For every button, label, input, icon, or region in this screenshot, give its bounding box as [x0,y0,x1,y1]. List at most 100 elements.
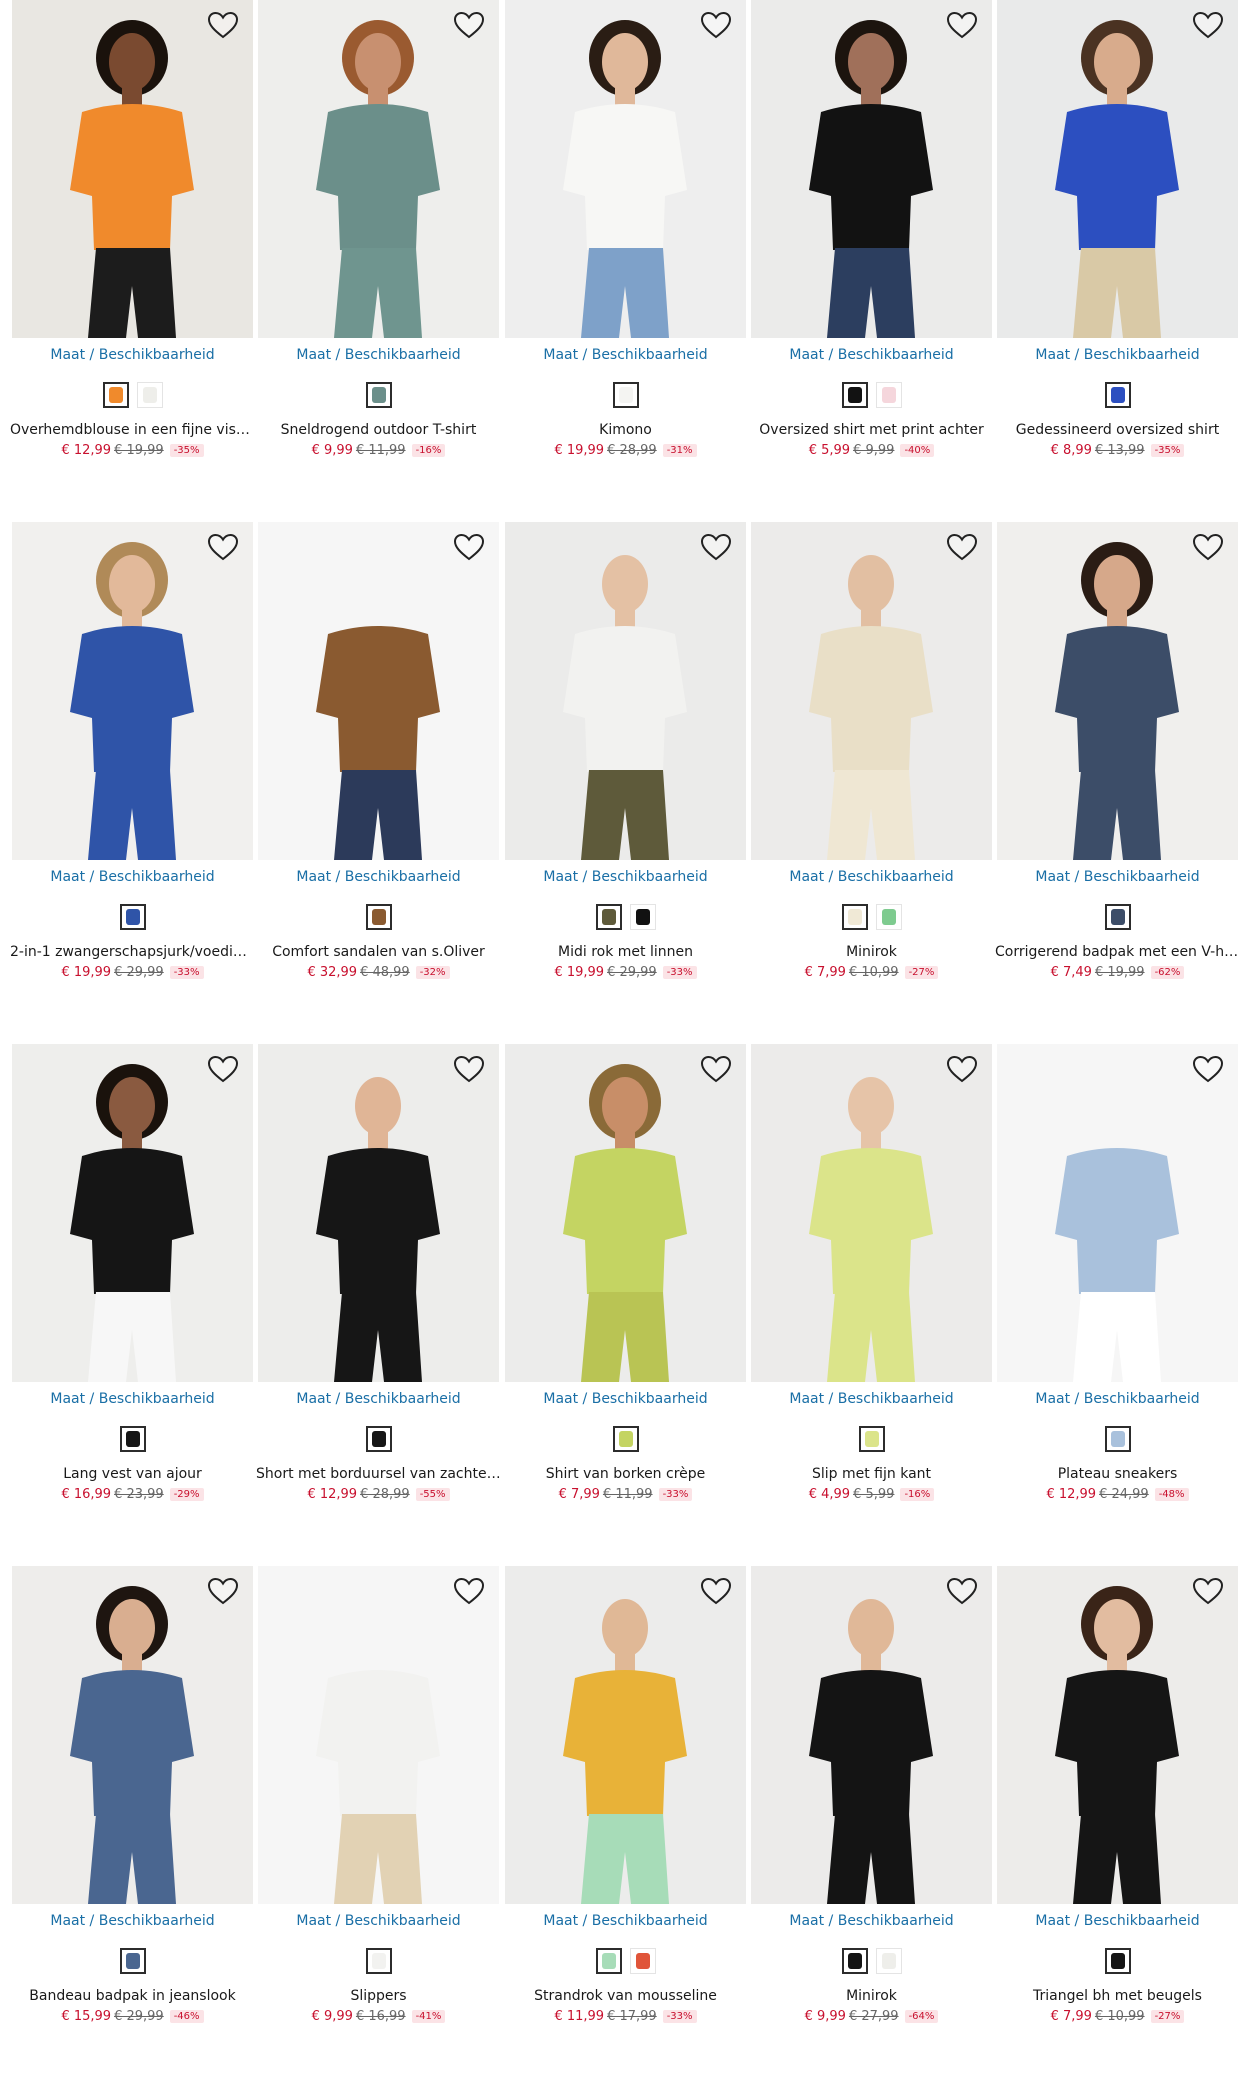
product-card[interactable]: Maat / Beschikbaarheid Triangel bh met be… [997,1566,1238,2056]
product-card[interactable]: Maat / Beschikbaarheid Plateau sneakers € … [997,1044,1238,1534]
size-availability-link[interactable]: Maat / Beschikbaarheid [997,1913,1238,1929]
product-name[interactable]: Bandeau badpak in jeanslook [10,1988,255,2004]
product-image[interactable] [751,0,992,338]
product-image[interactable] [12,0,253,338]
product-name[interactable]: Overhemdblouse in een fijne viscose-linn… [10,422,255,438]
size-availability-link[interactable]: Maat / Beschikbaarheid [997,347,1238,363]
size-availability-link[interactable]: Maat / Beschikbaarheid [505,1391,746,1407]
color-swatch[interactable] [875,904,902,930]
product-card[interactable]: Maat / Beschikbaarheid Gedessineerd overs… [997,0,1238,490]
product-image[interactable] [12,522,253,860]
color-swatch[interactable] [595,1948,622,1974]
size-availability-link[interactable]: Maat / Beschikbaarheid [258,869,499,885]
size-availability-link[interactable]: Maat / Beschikbaarheid [12,1391,253,1407]
heart-icon[interactable] [453,1576,485,1606]
product-image[interactable] [505,1566,746,1904]
product-name[interactable]: Kimono [503,422,748,438]
product-card[interactable]: Maat / Beschikbaarheid Minirok € 7,99 € 10,… [751,522,992,1012]
product-name[interactable]: Sneldrogend outdoor T-shirt [256,422,501,438]
color-swatch[interactable] [119,1948,146,1974]
product-image[interactable] [997,1566,1238,1904]
product-image[interactable] [997,522,1238,860]
heart-icon[interactable] [1192,532,1224,562]
product-name[interactable]: Minirok [749,944,994,960]
heart-icon[interactable] [453,532,485,562]
size-availability-link[interactable]: Maat / Beschikbaarheid [751,347,992,363]
color-swatch[interactable] [1104,904,1131,930]
color-swatch[interactable] [629,904,656,930]
product-image[interactable] [12,1566,253,1904]
product-card[interactable]: Maat / Beschikbaarheid Slippers € 9,99 € 16… [258,1566,499,2056]
color-swatch[interactable] [841,904,868,930]
color-swatch[interactable] [858,1426,885,1452]
heart-icon[interactable] [1192,1054,1224,1084]
heart-icon[interactable] [453,10,485,40]
size-availability-link[interactable]: Maat / Beschikbaarheid [997,869,1238,885]
heart-icon[interactable] [1192,1576,1224,1606]
product-card[interactable]: Maat / Beschikbaarheid Strandrok van mous… [505,1566,746,2056]
product-card[interactable]: Maat / Beschikbaarheid Shirt van borken c… [505,1044,746,1534]
product-card[interactable]: Maat / Beschikbaarheid Minirok € 9,99 € 27,… [751,1566,992,2056]
product-image[interactable] [997,0,1238,338]
color-swatch[interactable] [612,382,639,408]
product-card[interactable]: Maat / Beschikbaarheid Kimono € 19,99 € 28,… [505,0,746,490]
size-availability-link[interactable]: Maat / Beschikbaarheid [258,347,499,363]
product-name[interactable]: 2-in-1 zwangerschapsjurk/voedingsjurk [10,944,255,960]
size-availability-link[interactable]: Maat / Beschikbaarheid [997,1391,1238,1407]
heart-icon[interactable] [207,532,239,562]
heart-icon[interactable] [207,1576,239,1606]
product-name[interactable]: Triangel bh met beugels [995,1988,1240,2004]
size-availability-link[interactable]: Maat / Beschikbaarheid [505,1913,746,1929]
product-name[interactable]: Slip met fijn kant [749,1466,994,1482]
color-swatch[interactable] [1104,1426,1131,1452]
heart-icon[interactable] [1192,10,1224,40]
product-name[interactable]: Short met borduursel van zachte viscose [256,1466,501,1482]
product-name[interactable]: Shirt van borken crèpe [503,1466,748,1482]
size-availability-link[interactable]: Maat / Beschikbaarheid [751,869,992,885]
color-swatch[interactable] [629,1948,656,1974]
product-name[interactable]: Plateau sneakers [995,1466,1240,1482]
size-availability-link[interactable]: Maat / Beschikbaarheid [258,1913,499,1929]
color-swatch[interactable] [841,1948,868,1974]
size-availability-link[interactable]: Maat / Beschikbaarheid [258,1391,499,1407]
product-image[interactable] [258,0,499,338]
product-image[interactable] [258,1044,499,1382]
heart-icon[interactable] [946,10,978,40]
heart-icon[interactable] [453,1054,485,1084]
product-image[interactable] [258,1566,499,1904]
product-name[interactable]: Lang vest van ajour [10,1466,255,1482]
color-swatch[interactable] [102,382,129,408]
product-image[interactable] [751,1044,992,1382]
product-card[interactable]: Maat / Beschikbaarheid Short met borduurs… [256,1044,501,1534]
heart-icon[interactable] [946,1576,978,1606]
color-swatch[interactable] [365,904,392,930]
product-card[interactable]: Maat / Beschikbaarheid Lang vest van ajou… [12,1044,253,1534]
color-swatch[interactable] [841,382,868,408]
heart-icon[interactable] [946,1054,978,1084]
color-swatch[interactable] [1104,1948,1131,1974]
product-card[interactable]: Maat / Beschikbaarheid 2-in-1 zwangerscha… [10,522,255,1012]
color-swatch[interactable] [595,904,622,930]
heart-icon[interactable] [946,532,978,562]
product-name[interactable]: Oversized shirt met print achter [749,422,994,438]
product-image[interactable] [751,1566,992,1904]
product-card[interactable]: Maat / Beschikbaarheid Sneldrogend outdoo… [258,0,499,490]
color-swatch[interactable] [875,382,902,408]
color-swatch[interactable] [365,1426,392,1452]
color-swatch[interactable] [365,382,392,408]
size-availability-link[interactable]: Maat / Beschikbaarheid [12,1913,253,1929]
size-availability-link[interactable]: Maat / Beschikbaarheid [505,347,746,363]
product-image[interactable] [997,1044,1238,1382]
product-image[interactable] [505,1044,746,1382]
product-card[interactable]: Maat / Beschikbaarheid Bandeau badpak in … [12,1566,253,2056]
product-name[interactable]: Midi rok met linnen [503,944,748,960]
color-swatch[interactable] [875,1948,902,1974]
product-card[interactable]: Maat / Beschikbaarheid Oversized shirt me… [751,0,992,490]
heart-icon[interactable] [207,1054,239,1084]
heart-icon[interactable] [207,10,239,40]
product-name[interactable]: Strandrok van mousseline [503,1988,748,2004]
size-availability-link[interactable]: Maat / Beschikbaarheid [12,347,253,363]
size-availability-link[interactable]: Maat / Beschikbaarheid [751,1913,992,1929]
product-image[interactable] [12,1044,253,1382]
product-image[interactable] [505,522,746,860]
